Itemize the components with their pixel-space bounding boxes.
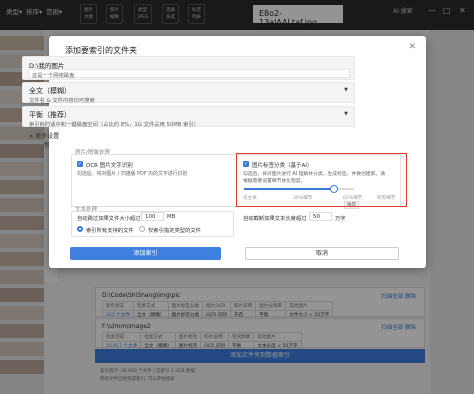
skip-size-unit: MB: [167, 214, 176, 220]
add-index-button[interactable]: 添加索引: [70, 247, 221, 260]
truncate-input[interactable]: 50: [309, 212, 332, 221]
index-strategy-desc: 索引耗时适中和一键磁盘空间（占比约 8%，1G 文件占用 50MB 索引）: [29, 122, 199, 128]
truncate-label: 自动截断如果文本长度超过: [243, 216, 307, 222]
ocr-desc: 勾选后，将对图片 / 扫描版 PDF 内的文字进行识别: [77, 171, 188, 177]
more-settings-toggle[interactable]: ∧ 更多设置: [29, 131, 59, 140]
radio-specific-files-label[interactable]: 仅索引指定类型的文件: [148, 226, 201, 234]
dialog-title: 添加要索引的文件夹: [65, 46, 137, 55]
radio-all-files-label[interactable]: 索引所有支持的文件: [86, 226, 134, 234]
skip-size-label: 自动跳过如果文件大小超过: [77, 216, 141, 222]
truncate-unit: 万字: [335, 216, 346, 222]
cancel-button[interactable]: 取消: [245, 247, 399, 260]
ocr-checkbox[interactable]: ✓: [77, 161, 83, 167]
folder-note-input[interactable]: 这是一个网络磁盘: [28, 69, 350, 79]
radio-all-files[interactable]: [77, 226, 83, 232]
folder-path-field[interactable]: D:\我的图片 这是一个网络磁盘: [22, 56, 355, 80]
chevron-down-icon: ▼: [344, 111, 348, 117]
chevron-down-icon: ▼: [344, 87, 348, 93]
index-strategy-select[interactable]: 平衡（推荐） 索引耗时适中和一键磁盘空间（占比约 8%，1G 文件占用 50MB…: [22, 106, 355, 128]
skip-size-input[interactable]: 100: [141, 212, 164, 221]
folder-note-placeholder: 这是一个网络磁盘: [32, 73, 75, 79]
ocr-title: OCR 图片文字识别: [86, 163, 133, 169]
highlight-box: [236, 153, 407, 207]
search-mode-select[interactable]: 全文（模糊） 文件名 & 文件内容均可搜索 ▼: [22, 82, 355, 104]
index-strategy-value: 平衡（推荐）: [29, 111, 71, 119]
search-mode-desc: 文件名 & 文件内容均可搜索: [29, 98, 95, 104]
search-mode-value: 全文（模糊）: [29, 87, 71, 95]
radio-specific-files[interactable]: [139, 226, 145, 232]
close-icon[interactable]: ✕: [408, 42, 416, 52]
